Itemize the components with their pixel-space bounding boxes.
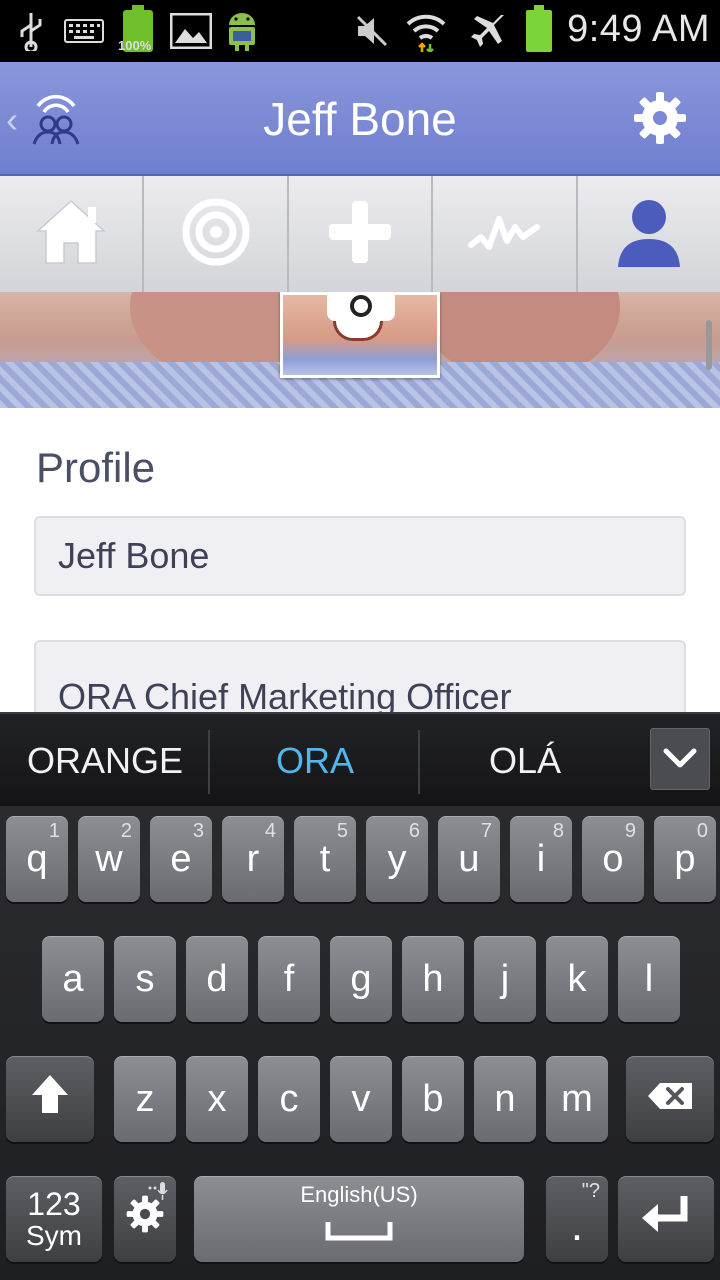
usb-icon — [14, 10, 48, 52]
title-field[interactable]: ORA Chief Marketing Officer — [34, 640, 686, 712]
space-key[interactable]: English(US) — [194, 1176, 524, 1262]
key-c[interactable]: c — [258, 1056, 320, 1142]
chevron-down-icon[interactable] — [650, 728, 710, 790]
shift-icon — [30, 1073, 70, 1125]
profile-content: Profile Jeff Bone ORA Chief Marketing Of… — [0, 292, 720, 712]
scrollbar[interactable] — [706, 320, 712, 370]
status-bar: 100% 9:49 AM — [0, 0, 720, 62]
enter-icon — [640, 1194, 692, 1244]
symbols-key[interactable]: 123 Sym — [6, 1176, 102, 1262]
title-bar: ‹ Jeff Bone — [0, 62, 720, 176]
tab-profile[interactable] — [577, 176, 720, 292]
tab-home[interactable] — [0, 176, 145, 292]
key-f[interactable]: f — [258, 936, 320, 1022]
gallery-icon — [168, 10, 214, 52]
status-time: 9:49 AM — [567, 8, 710, 50]
name-field[interactable]: Jeff Bone — [34, 516, 686, 596]
android-icon — [222, 10, 262, 52]
key-s[interactable]: s — [114, 936, 176, 1022]
tab-activity[interactable] — [433, 176, 578, 292]
key-g[interactable]: g — [330, 936, 392, 1022]
backspace-icon — [646, 1078, 694, 1121]
tab-add[interactable] — [288, 176, 434, 292]
suggestion-ola[interactable]: OLÁ — [420, 714, 630, 808]
key-v[interactable]: v — [330, 1056, 392, 1142]
key-d[interactable]: d — [186, 936, 248, 1022]
backspace-key[interactable] — [626, 1056, 714, 1142]
suggestion-ora[interactable]: ORA — [210, 714, 420, 808]
battery-icon — [524, 5, 554, 52]
key-o[interactable]: 9o — [582, 816, 644, 902]
mute-icon — [352, 10, 392, 52]
space-icon — [325, 1208, 393, 1251]
key-t[interactable]: 5t — [294, 816, 356, 902]
key-n[interactable]: n — [474, 1056, 536, 1142]
home-icon — [34, 197, 108, 272]
period-key[interactable]: "? . — [546, 1176, 608, 1262]
tab-bar — [0, 176, 720, 292]
suggestion-bar: ORANGE ORA OLÁ — [0, 712, 720, 806]
page-title: Jeff Bone — [263, 93, 457, 145]
enter-key[interactable] — [618, 1176, 714, 1262]
keyboard: 1q 2w 3e 4r 5t 6y 7u 8i 9o 0p a s d f g … — [0, 806, 720, 1280]
battery-percent: 100% — [118, 38, 152, 53]
key-p[interactable]: 0p — [654, 816, 716, 902]
key-y[interactable]: 6y — [366, 816, 428, 902]
key-i[interactable]: 8i — [510, 816, 572, 902]
key-z[interactable]: z — [114, 1056, 176, 1142]
tab-target[interactable] — [144, 176, 289, 292]
person-icon — [614, 195, 684, 274]
wifi-icon — [404, 10, 448, 52]
camera-icon[interactable] — [327, 292, 395, 321]
airplane-mode-icon — [466, 10, 510, 52]
microphone-icon — [146, 1180, 168, 1207]
key-r[interactable]: 4r — [222, 816, 284, 902]
target-icon — [181, 197, 251, 272]
avatar[interactable] — [280, 292, 440, 378]
key-b[interactable]: b — [402, 1056, 464, 1142]
key-h[interactable]: h — [402, 936, 464, 1022]
key-q[interactable]: 1q — [6, 816, 68, 902]
section-title: Profile — [36, 444, 156, 491]
key-m[interactable]: m — [546, 1056, 608, 1142]
key-u[interactable]: 7u — [438, 816, 500, 902]
key-e[interactable]: 3e — [150, 816, 212, 902]
key-k[interactable]: k — [546, 936, 608, 1022]
key-w[interactable]: 2w — [78, 816, 140, 902]
key-l[interactable]: l — [618, 936, 680, 1022]
key-j[interactable]: j — [474, 936, 536, 1022]
key-x[interactable]: x — [186, 1056, 248, 1142]
activity-icon — [467, 207, 541, 262]
shift-key[interactable] — [6, 1056, 94, 1142]
key-a[interactable]: a — [42, 936, 104, 1022]
suggestion-orange[interactable]: ORANGE — [0, 714, 210, 808]
gear-icon[interactable] — [630, 88, 690, 148]
keyboard-icon — [62, 10, 106, 52]
settings-key[interactable] — [114, 1176, 176, 1262]
plus-icon — [325, 197, 395, 272]
